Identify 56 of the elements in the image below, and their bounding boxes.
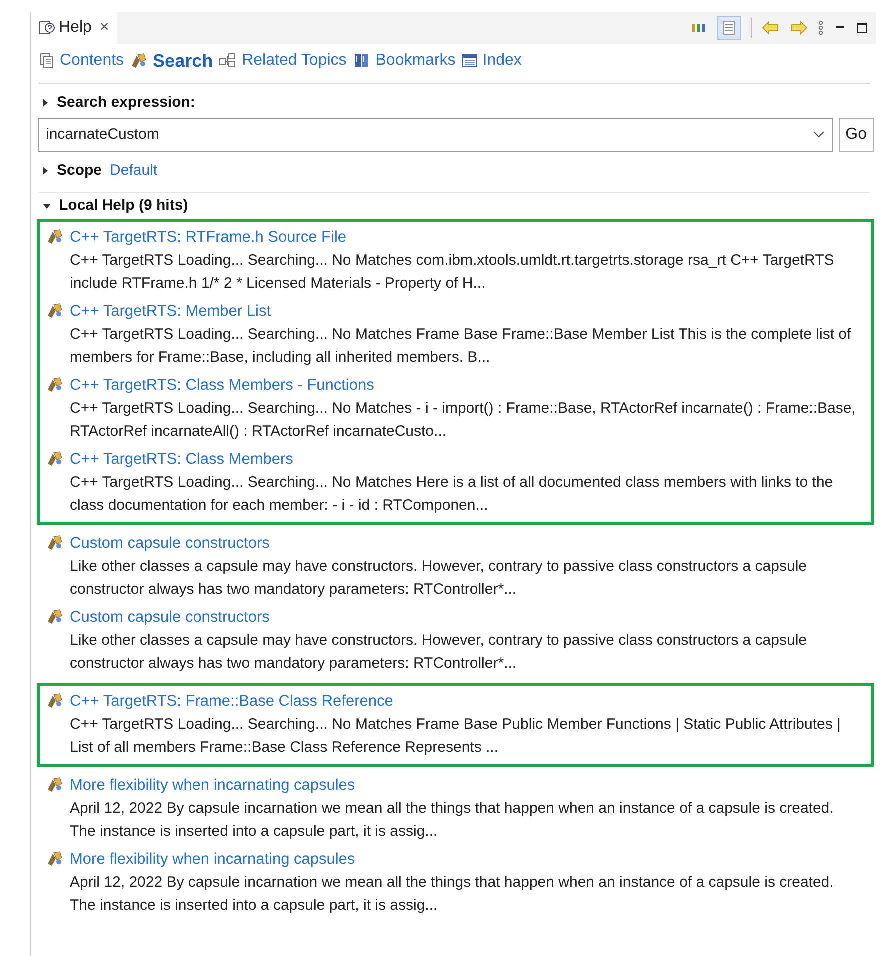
tab-title: Help xyxy=(59,18,92,38)
more-options-icon[interactable] xyxy=(818,20,824,36)
section-heading: Search expression: xyxy=(57,92,196,113)
section-heading: Local Help (9 hits) xyxy=(59,196,188,216)
result-title-link[interactable]: More flexibility when incarnating capsules xyxy=(70,849,863,871)
result-summary: Like other classes a capsule may have constructors. However, contrary to passive class constructors a capsule constructor always has two mandatory parameters: RTController*... xyxy=(70,631,808,674)
search-result-icon xyxy=(46,608,64,626)
close-button[interactable]: × xyxy=(100,20,110,36)
expand-arrow-icon[interactable] xyxy=(41,99,49,107)
scope-link[interactable]: Default xyxy=(110,160,158,182)
linked-pages-icon xyxy=(219,53,238,69)
help-view-tab[interactable]: Help × xyxy=(31,12,118,44)
index-list-icon xyxy=(462,53,478,69)
result-summary: C++ TargetRTS Loading... Searching... No Matches com.ibm.xtools.umldt.rt.targetrts.storage rsa_rt C++ TargetRTS include RTFrame.h 1/* 2 * Licensed Materials - Property of H... xyxy=(70,251,836,294)
result-summary: April 12, 2022 By capsule incarnation we mean all the things that happen when an instance of a capsule is created. The instance is inserted into a capsule part, it is assig... xyxy=(70,873,835,916)
dropdown-caret-icon xyxy=(812,131,825,139)
search-result-icon xyxy=(46,302,64,320)
search-combo-field[interactable]: incarnateCustom xyxy=(38,118,833,152)
nav-tab-link[interactable]: Bookmarks xyxy=(376,49,456,73)
search-result-icon xyxy=(46,850,64,868)
collapse-arrow-icon[interactable] xyxy=(43,202,51,210)
search-result-icon xyxy=(46,692,64,710)
result-summary: April 12, 2022 By capsule incarnation we mean all the things that happen when an instance of a capsule is created. The instance is inserted into a capsule part, it is assig... xyxy=(70,799,835,842)
search-result-icon xyxy=(46,450,64,468)
result-summary: C++ TargetRTS Loading... Searching... No Matches Frame Base Frame::Base Member List This is the complete list of members for Frame::Base, including all inherited members. B... xyxy=(70,325,852,368)
columns-icon[interactable] xyxy=(691,22,707,34)
result-summary: C++ TargetRTS Loading... Searching... No Matches - i - import() : Frame::Base, RTActorRef incarnate() : Frame::Base, RTActorRef incarnateAll() : RTActorRef incarnateCusto... xyxy=(70,399,857,442)
result-title-link[interactable]: C++ TargetRTS: Frame::Base Class Reference xyxy=(70,691,863,713)
search-result-icon xyxy=(46,534,64,552)
result-summary: C++ TargetRTS Loading... Searching... No Matches Frame Base Public Member Functions | Static Public Attributes | List of all members Frame::Base Class Reference Represents ... xyxy=(70,715,842,758)
nav-tab-link[interactable]: Contents xyxy=(60,49,124,73)
result-summary: C++ TargetRTS Loading... Searching... No Matches Here is a list of all documented class members with links to the class documentation for each member: - i - id : RTComponen... xyxy=(70,473,834,516)
result-title-link[interactable]: C++ TargetRTS: Class Members xyxy=(70,449,863,471)
nav-tab-link[interactable]: Search xyxy=(153,48,214,74)
result-title-link[interactable]: C++ TargetRTS: RTFrame.h Source File xyxy=(70,227,863,249)
search-icon xyxy=(130,52,148,70)
search-result-icon xyxy=(46,376,64,394)
result-title-link[interactable]: More flexibility when incarnating capsules xyxy=(70,775,863,797)
expand-arrow-icon[interactable] xyxy=(41,167,49,175)
search-result-icon xyxy=(46,228,64,246)
nav-tab-link[interactable]: Index xyxy=(482,49,522,73)
help-icon xyxy=(39,20,55,36)
result-title-link[interactable]: C++ TargetRTS: Class Members - Functions xyxy=(70,375,863,397)
section-heading: Scope xyxy=(57,160,102,181)
result-title-link[interactable]: C++ TargetRTS: Member List xyxy=(70,301,863,323)
result-title-link[interactable]: Custom capsule constructors xyxy=(70,533,863,555)
result-summary: Like other classes a capsule may have constructors. However, contrary to passive class constructors a capsule constructor always has two mandatory parameters: RTController*... xyxy=(70,557,808,600)
result-title-link[interactable]: Custom capsule constructors xyxy=(70,607,863,629)
book-icon xyxy=(352,53,371,69)
search-result-icon xyxy=(46,776,64,794)
show-description-toggle[interactable] xyxy=(717,16,741,40)
nav-tab-link[interactable]: Related Topics xyxy=(242,49,347,73)
maximize-icon[interactable] xyxy=(856,22,868,34)
document-icon xyxy=(39,53,55,69)
text-lines-icon xyxy=(723,21,735,35)
go-button[interactable]: Go xyxy=(838,118,874,152)
